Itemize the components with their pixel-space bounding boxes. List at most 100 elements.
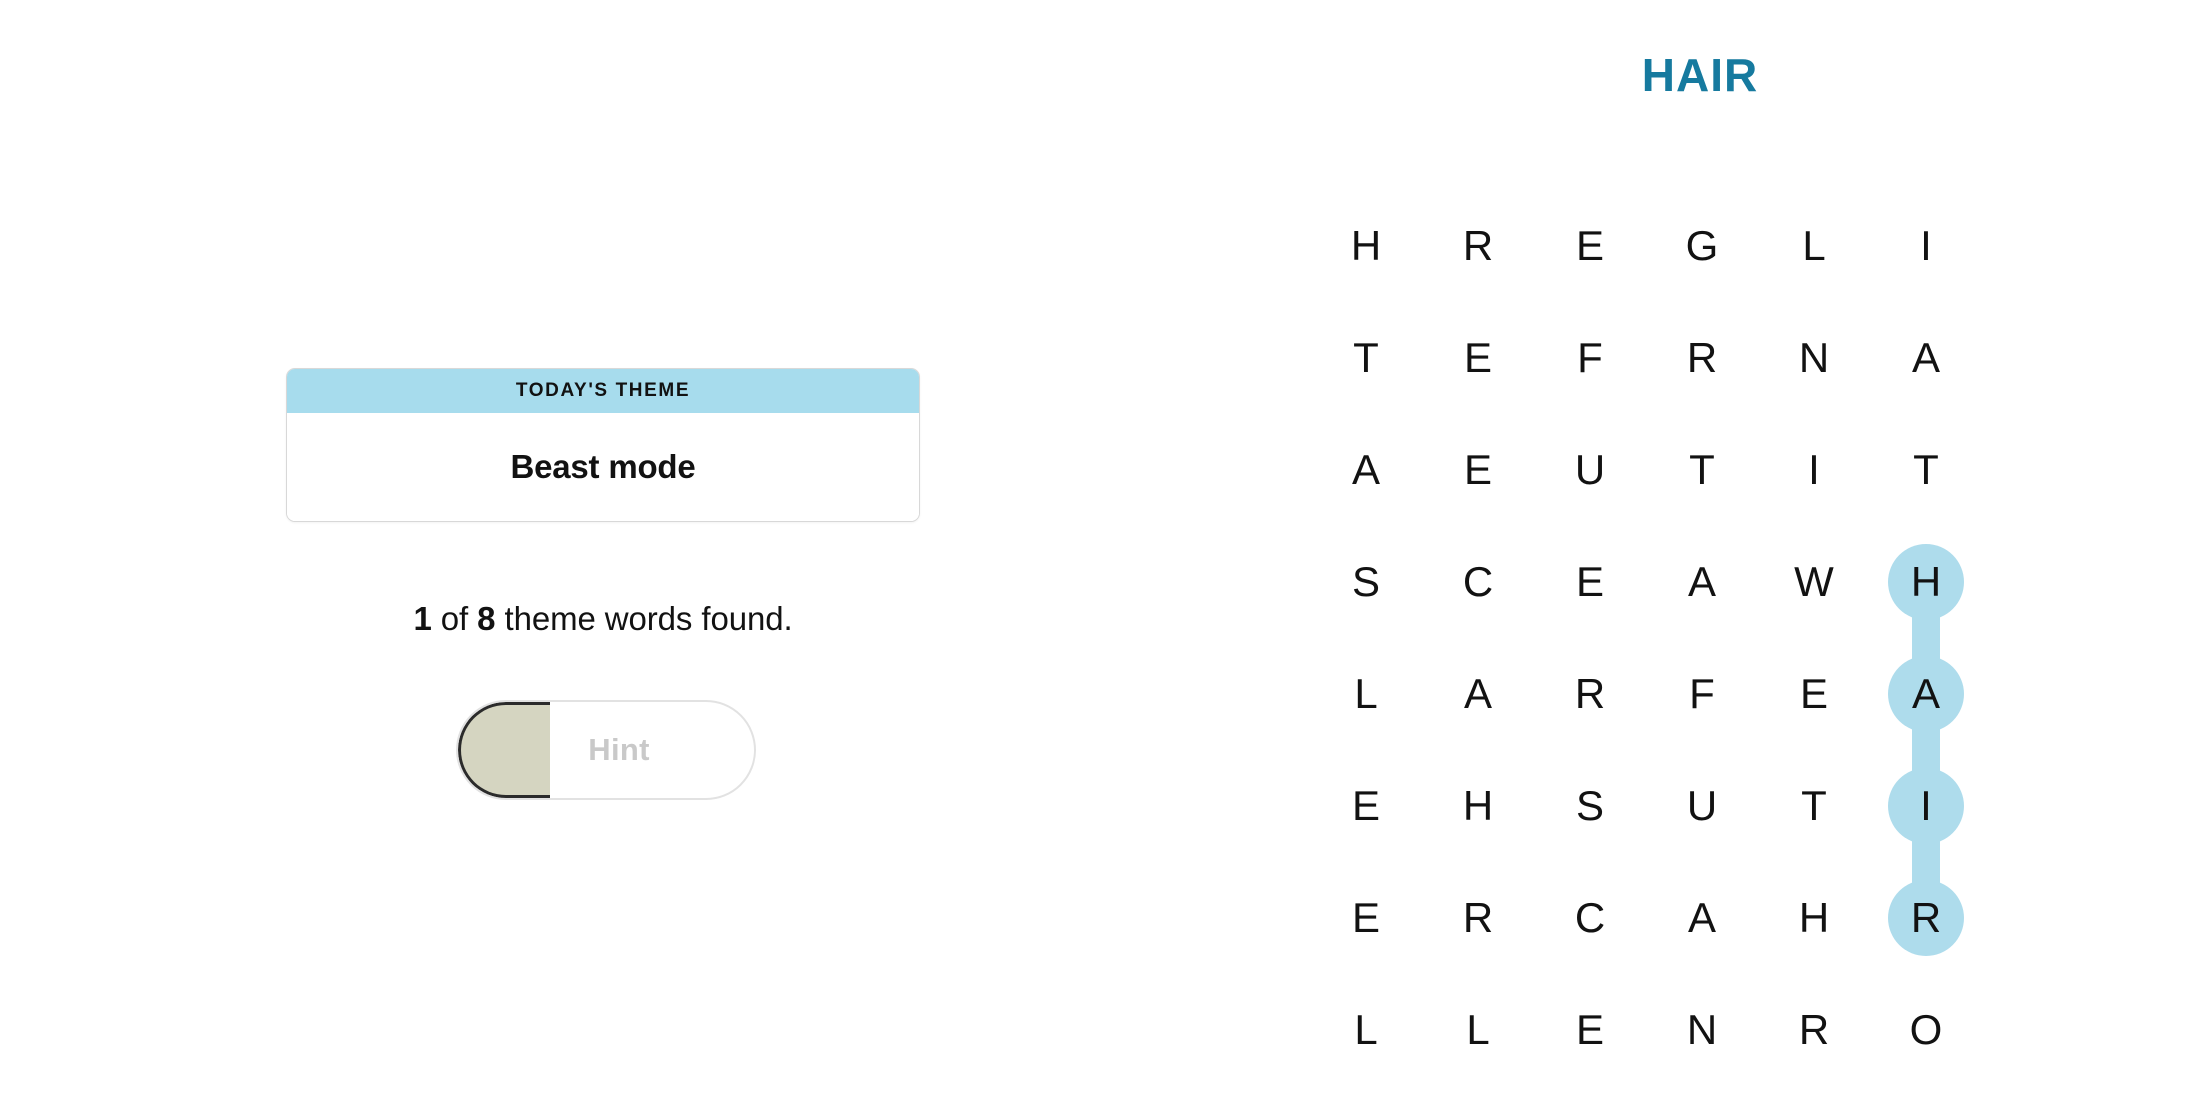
grid-row: H R E G LI [1310, 190, 1982, 302]
grid-row: LARFEA [1310, 638, 1982, 806]
grid-letter: R [1462, 894, 1494, 941]
grid-cell-r2-c2[interactable]: U [1534, 414, 1646, 526]
grid-cell-r4-c5[interactable]: A [1870, 638, 1982, 806]
grid-letter: T [1801, 782, 1827, 829]
grid-letter: U [1574, 446, 1606, 493]
grid-letter: L [1802, 222, 1826, 269]
grid-cell-r7-c2[interactable]: E [1534, 974, 1646, 1086]
grid-cell-r2-c3[interactable]: T [1646, 414, 1758, 526]
grid-letter: E [1463, 446, 1492, 493]
grid-cell-r2-c4[interactable]: I [1758, 414, 1870, 526]
grid-cell-r0-c3[interactable]: G [1646, 190, 1758, 302]
todays-theme-card: TODAY'S THEME Beast mode [286, 368, 920, 522]
grid-cell-r7-c3[interactable]: N [1646, 974, 1758, 1086]
theme-card-header-label: TODAY'S THEME [287, 369, 919, 413]
progress-of-text: of [431, 600, 478, 637]
grid-cell-r4-c1[interactable]: A [1422, 638, 1534, 750]
grid-cell-r0-c2[interactable]: E [1534, 190, 1646, 302]
grid-letter: E [1575, 1006, 1604, 1053]
grid-cell-r5-c0[interactable]: E [1310, 750, 1422, 862]
grid-row: LLENRO [1310, 974, 1982, 1086]
grid-letter: E [1575, 222, 1604, 269]
grid-cell-r1-c2[interactable]: F [1534, 302, 1646, 414]
grid-cell-r1-c3[interactable]: R [1646, 302, 1758, 414]
grid-letter: S [1351, 558, 1380, 605]
grid-cell-r6-c5[interactable]: R [1870, 862, 1982, 974]
grid-cell-r1-c0[interactable]: T [1310, 302, 1422, 414]
grid-letter: O [1909, 1006, 1943, 1053]
grid-cell-r2-c0[interactable]: A [1310, 414, 1422, 526]
grid-cell-r7-c5[interactable]: O [1870, 974, 1982, 1086]
grid-cell-r7-c0[interactable]: L [1310, 974, 1422, 1086]
grid-row: SCE A W H [1310, 526, 1982, 694]
grid-letter: W [1794, 558, 1834, 605]
grid-cell-r1-c1[interactable]: E [1422, 302, 1534, 414]
grid-cell-r6-c2[interactable]: C [1534, 862, 1646, 974]
grid-letter: R [1798, 1006, 1830, 1053]
grid-cell-r5-c3[interactable]: U [1646, 750, 1758, 862]
grid-cell-r6-c0[interactable]: E [1310, 862, 1422, 974]
grid-cell-r4-c3[interactable]: F [1646, 638, 1758, 750]
grid-letter: E [1351, 782, 1380, 829]
grid-letter: H [1350, 222, 1382, 269]
grid-letter: E [1575, 558, 1604, 605]
grid-letter: F [1689, 670, 1715, 717]
grid-cell-r7-c4[interactable]: R [1758, 974, 1870, 1086]
grid-row: AEUTIT [1310, 414, 1982, 526]
grid-cell-r3-c3[interactable]: A [1646, 526, 1758, 638]
grid-cell-r7-c1[interactable]: L [1422, 974, 1534, 1086]
grid-cell-r6-c3[interactable]: A [1646, 862, 1758, 974]
hint-button-label: Hint [588, 732, 650, 767]
grid-cell-r5-c1[interactable]: H [1422, 750, 1534, 862]
grid-cell-r3-c0[interactable]: S [1310, 526, 1422, 638]
grid-letter: F [1577, 334, 1603, 381]
grid-cell-r3-c4[interactable]: W [1758, 526, 1870, 638]
grid-letter: E [1351, 894, 1380, 941]
grid-cell-r0-c1[interactable]: R [1422, 190, 1534, 302]
grid-cell-r2-c1[interactable]: E [1422, 414, 1534, 526]
grid-cell-r3-c1[interactable]: C [1422, 526, 1534, 638]
grid-letter: I [1808, 446, 1820, 493]
right-panel: HAIR HREGLITEFRNAAEUTITSCEAWHLARFEAEHSUT… [1200, 0, 2200, 1100]
grid-cell-r0-c4[interactable]: L [1758, 190, 1870, 302]
grid-cell-r6-c1[interactable]: R [1422, 862, 1534, 974]
grid-letter: A [1911, 334, 1940, 381]
grid-cell-r4-c2[interactable]: R [1534, 638, 1646, 750]
grid-letter: R [1574, 670, 1606, 717]
word-search-grid[interactable]: H R E G L I T E F R N A A E U T I T S C E A W H L A R F E A E H S U T I E R C A… [1310, 190, 1982, 1086]
grid-letter: H [1910, 558, 1942, 605]
theme-name: Beast mode [510, 448, 696, 485]
grid-letter: H [1798, 894, 1830, 941]
total-count: 8 [477, 600, 496, 637]
left-panel: TODAY'S THEME Beast mode 1 of 8 theme wo… [0, 0, 1200, 1100]
grid-cell-r0-c5[interactable]: I [1870, 190, 1982, 302]
grid-row: ERCAHR [1310, 862, 1982, 974]
grid-letter: R [1462, 222, 1494, 269]
grid-cell-r3-c5[interactable]: H [1870, 526, 1982, 694]
grid-cell-r1-c4[interactable]: N [1758, 302, 1870, 414]
grid-cell-r5-c5[interactable]: I [1870, 750, 1982, 918]
grid-letter: A [1351, 446, 1380, 493]
grid-cell-r1-c5[interactable]: A [1870, 302, 1982, 414]
grid-letter: A [1687, 558, 1716, 605]
grid-letter: I [1920, 782, 1932, 829]
grid-cell-r3-c2[interactable]: E [1534, 526, 1646, 638]
grid-cell-r0-c0[interactable]: H [1310, 190, 1422, 302]
grid-letter: T [1913, 446, 1939, 493]
grid-letter: A [1911, 670, 1940, 717]
grid-cell-r5-c4[interactable]: T [1758, 750, 1870, 862]
grid-letter: L [1354, 670, 1378, 717]
grid-letter: T [1353, 334, 1379, 381]
grid-letter: G [1685, 222, 1719, 269]
grid-cell-r4-c0[interactable]: L [1310, 638, 1422, 750]
grid-cell-r4-c4[interactable]: E [1758, 638, 1870, 750]
grid-cell-r5-c2[interactable]: S [1534, 750, 1646, 862]
hint-button[interactable]: Hint [456, 700, 756, 800]
theme-words-progress: 1 of 8 theme words found. [286, 600, 920, 638]
grid-letter: H [1462, 782, 1494, 829]
theme-card-body: Beast mode [287, 413, 919, 521]
grid-letter: N [1798, 334, 1830, 381]
grid-cell-r6-c4[interactable]: H [1758, 862, 1870, 974]
grid-cell-r2-c5[interactable]: T [1870, 414, 1982, 526]
found-count: 1 [413, 600, 432, 637]
